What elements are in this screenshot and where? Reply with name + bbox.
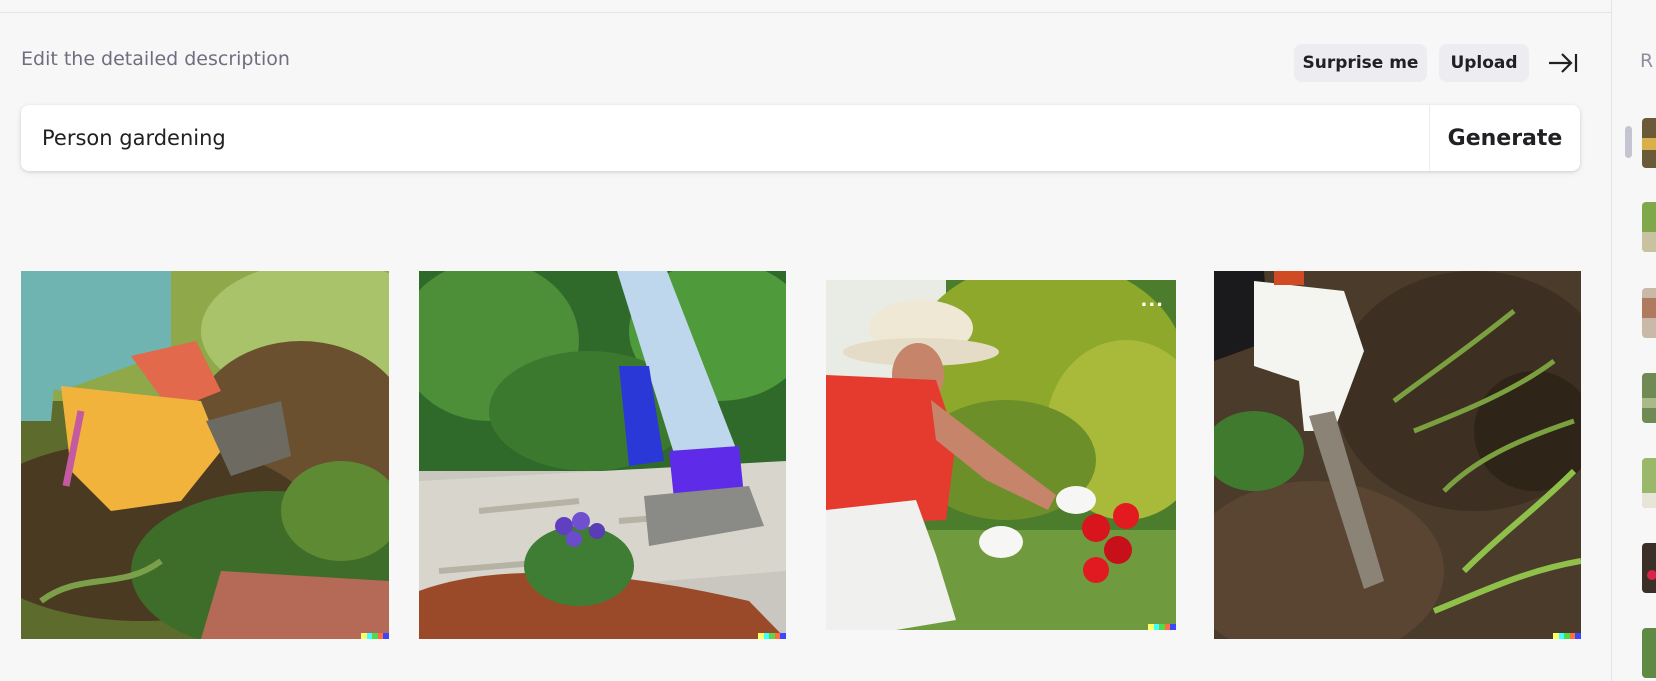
generate-button[interactable]: Generate [1429,105,1580,171]
generated-image-4[interactable] [1214,271,1581,639]
generated-image-1[interactable] [21,271,389,639]
description-heading: Edit the detailed description [21,48,290,70]
badge [758,633,786,639]
image-gloved-hand-with-trowel-in-soil [1214,271,1581,639]
image-gloved-hands-pulling-weeds [21,271,389,639]
upload-button[interactable]: Upload [1439,44,1529,82]
history-sidebar: R [1611,0,1656,681]
sidebar-title: R [1640,50,1654,72]
surprise-me-button[interactable]: Surprise me [1294,44,1427,82]
image-kneeling-gardener-planting-purple-flowers [419,271,786,639]
scrollbar[interactable] [1625,126,1632,158]
main-panel: Edit the detailed description Surprise m… [0,0,1610,681]
badge [1148,624,1176,630]
generated-image-2[interactable] [419,271,786,639]
badge [361,633,389,639]
generated-image-3[interactable]: ... [826,280,1176,630]
history-thumbnail[interactable] [1642,543,1656,593]
history-thumbnail[interactable] [1642,118,1656,168]
history-thumbnail[interactable] [1642,373,1656,423]
history-thumbnail[interactable] [1642,628,1656,678]
image-woman-in-hat-tending-red-flowers [826,280,1176,630]
badge [1553,633,1581,639]
prompt-input[interactable] [21,105,1429,171]
prompt-bar: Generate [21,105,1580,171]
collapse-sidebar-icon[interactable] [1545,48,1579,78]
image-menu-icon[interactable]: ... [1140,292,1164,310]
history-thumbnail[interactable] [1642,288,1656,338]
history-thumbnail[interactable] [1642,458,1656,508]
history-thumbnail[interactable] [1642,202,1656,252]
